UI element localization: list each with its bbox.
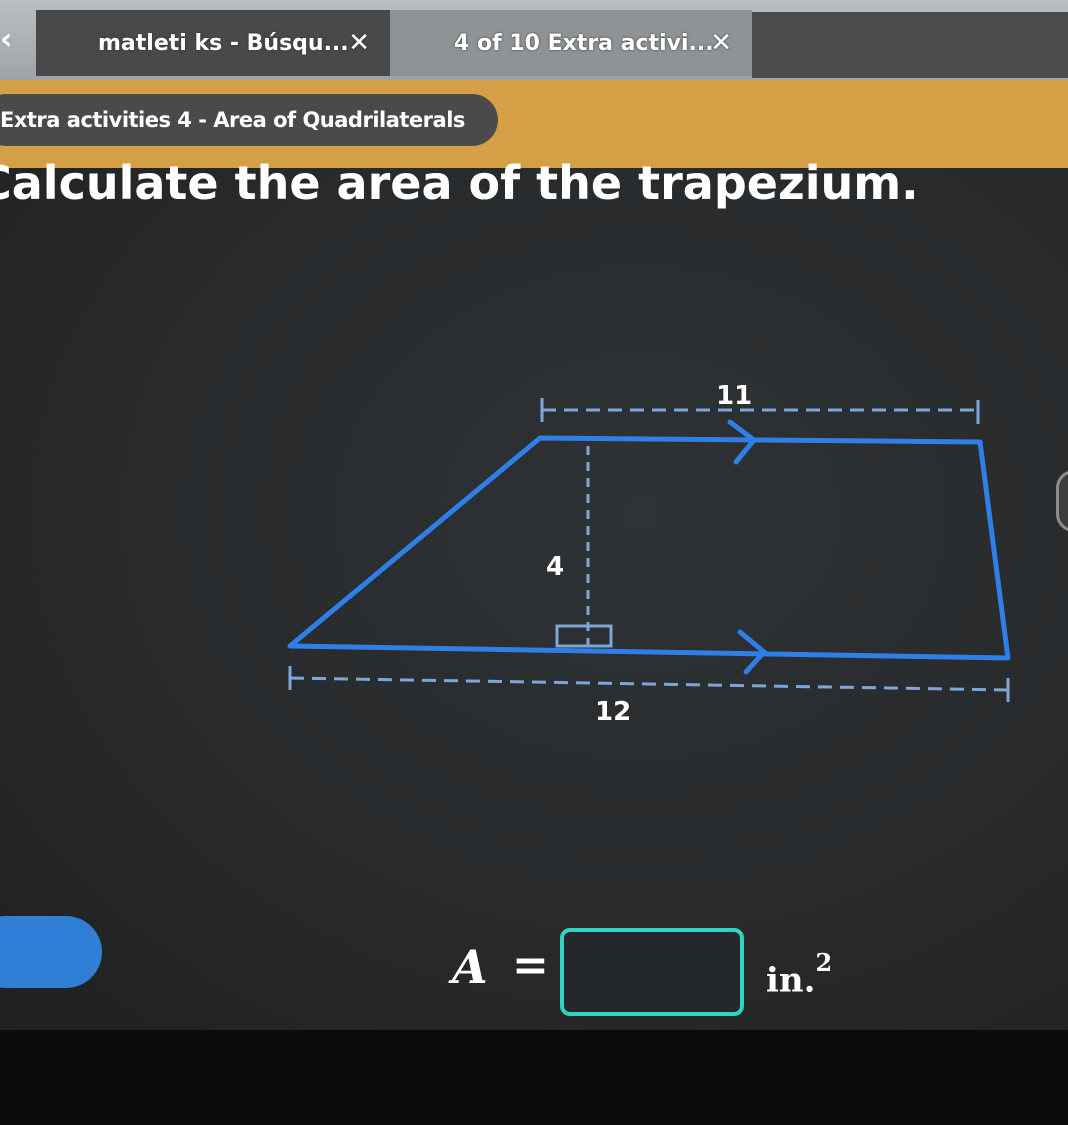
activity-title-pill: Extra activities 4 - Area of Quadrilater… (0, 94, 498, 146)
area-unit: in.2 (766, 948, 832, 1001)
check-button[interactable] (0, 916, 102, 988)
bottom-base-label: 12 (595, 697, 631, 727)
unit-exponent: 2 (815, 948, 833, 977)
trapezium-diagram: 11 4 12 (287, 381, 1011, 727)
right-angle-icon (555, 624, 613, 648)
area-variable: A (452, 940, 488, 994)
close-icon[interactable]: ✕ (348, 28, 370, 58)
back-chevron-icon[interactable]: ‹ (0, 22, 28, 62)
browser-tab-search[interactable]: matleti ks - Búsqu... ✕ (36, 10, 390, 76)
equals-sign: = (512, 940, 549, 991)
question-text: Calculate the area of the trapezium. (0, 156, 919, 210)
tab-label: 4 of 10 Extra activi... (454, 30, 714, 56)
height-label: 4 (546, 552, 564, 582)
screen-bezel (0, 1030, 1068, 1125)
area-answer-input[interactable] (560, 928, 744, 1016)
browser-tab-bar: ‹ matleti ks - Búsqu... ✕ 4 of 10 Extra … (0, 0, 1068, 80)
activity-title: Extra activities 4 - Area of Quadrilater… (0, 108, 465, 132)
bottom-dimension-line (289, 676, 1009, 692)
unit-text: in. (766, 960, 816, 1001)
top-base-label: 11 (716, 381, 752, 411)
browser-tab-activity[interactable]: 4 of 10 Extra activi... ✕ (390, 10, 752, 76)
trapezium-shape (287, 435, 1011, 661)
activity-banner: Extra activities 4 - Area of Quadrilater… (0, 80, 1068, 168)
close-icon[interactable]: ✕ (710, 28, 732, 58)
browser-tab-new[interactable] (752, 12, 1068, 78)
scroll-handle[interactable] (1056, 470, 1068, 532)
tab-label: matleti ks - Búsqu... (98, 30, 349, 56)
